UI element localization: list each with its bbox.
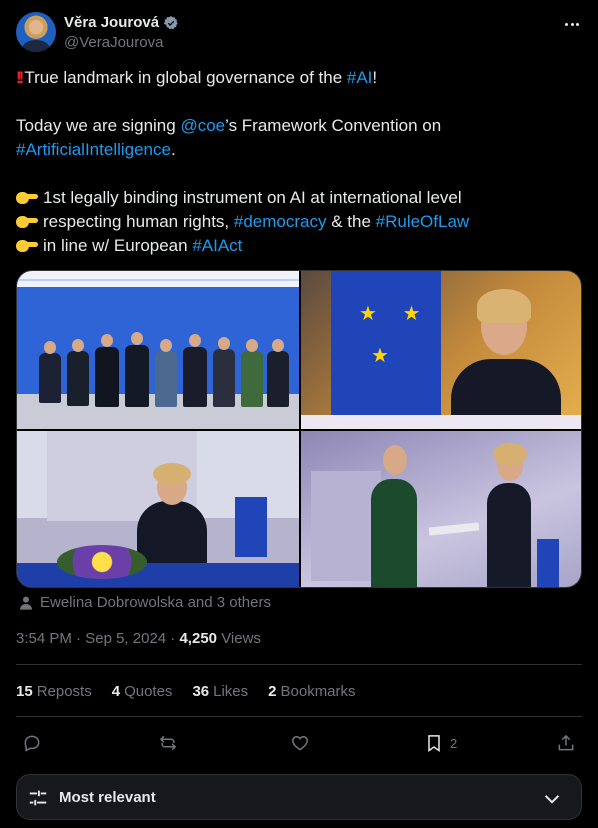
engagement-stats: 15 Reposts 4 Quotes 36 Likes 2 Bookmarks (16, 683, 356, 700)
views-label: Views (221, 630, 261, 647)
repost-button[interactable] (158, 730, 178, 756)
photo-speech[interactable]: ★ ★ ★ (301, 271, 581, 429)
tweet-text-segment: True landmark in global governance of th… (24, 68, 347, 87)
divider (16, 716, 582, 717)
tweet-text-segment: respecting human rights, (43, 212, 234, 231)
reply-button[interactable] (22, 730, 42, 756)
photo-handshake[interactable] (301, 431, 581, 587)
bookmark-button[interactable]: 2 (424, 730, 457, 756)
tweet-line-2: Today we are signing @coe’s Framework Co… (16, 114, 582, 138)
share-icon (558, 734, 574, 751)
divider (16, 664, 582, 665)
tagged-people-label: Ewelina Dobrowolska and 3 others (40, 594, 271, 611)
hashtag-link[interactable]: #AI (347, 68, 373, 87)
tweet-meta: 3:54 PM · Sep 5, 2024 · 4,250 Views (16, 630, 261, 647)
reply-sort-dropdown[interactable]: Most relevant (16, 774, 582, 820)
tweet-header: Věra Jourová @VeraJourova (16, 12, 582, 56)
author-name[interactable]: Věra Jourová (64, 14, 159, 31)
photo-signing-desk[interactable] (17, 431, 299, 587)
tagged-people[interactable]: Ewelina Dobrowolska and 3 others (18, 594, 271, 611)
person-icon (20, 596, 32, 610)
pointing-hand-icon (16, 213, 38, 229)
likes-stat[interactable]: 36 Likes (192, 683, 248, 700)
tweet-text-segment: 1st legally binding instrument on AI at … (43, 188, 462, 207)
pointing-hand-icon (16, 189, 38, 205)
bookmark-icon (428, 735, 440, 752)
tweet-text-segment: ! (372, 68, 378, 87)
bookmarks-stat[interactable]: 2 Bookmarks (268, 683, 355, 700)
author-handle[interactable]: @VeraJourova (64, 34, 163, 51)
action-bar: 2 (16, 730, 582, 756)
tweet-line-3: #ArtificialIntelligence. (16, 138, 582, 162)
double-exclamation-icon: !! (16, 68, 25, 87)
mention-link[interactable]: @coe (180, 116, 225, 135)
tweet-text: !! True landmark in global governance of … (16, 66, 582, 258)
reply-icon (24, 735, 40, 752)
reposts-stat[interactable]: 15 Reposts (16, 683, 92, 700)
author-avatar[interactable] (16, 12, 56, 52)
hashtag-link[interactable]: #democracy (234, 212, 327, 231)
tweet-text-segment: ’s Framework Convention on (225, 116, 442, 135)
photo-group-signing[interactable] (17, 271, 299, 429)
sort-label: Most relevant (59, 789, 156, 806)
heart-icon (292, 735, 308, 751)
pointing-hand-icon (16, 237, 38, 253)
hashtag-link[interactable]: #AIAct (192, 236, 242, 255)
like-button[interactable] (290, 730, 310, 756)
tweet-text-segment: in line w/ European (43, 236, 193, 255)
hashtag-link[interactable]: #ArtificialIntelligence (16, 140, 171, 159)
more-options-icon[interactable] (562, 14, 582, 34)
chevron-down-icon (544, 795, 560, 804)
tweet-bullet-1: 1st legally binding instrument on AI at … (16, 186, 582, 210)
hashtag-link[interactable]: #RuleOfLaw (376, 212, 470, 231)
author-name-row: Věra Jourová (64, 14, 179, 31)
verified-badge-icon (163, 15, 178, 29)
tweet-bullet-3: in line w/ European #AIAct (16, 234, 582, 258)
repost-icon (159, 735, 177, 751)
bookmark-count: 2 (450, 735, 458, 751)
share-button[interactable] (556, 730, 576, 756)
tweet-text-segment: . (170, 140, 176, 159)
tweet-text-segment: Today we are signing (16, 116, 181, 135)
tweet-time[interactable]: 3:54 PM (16, 630, 72, 647)
tweet-text-segment: & the (326, 212, 376, 231)
sliders-icon (29, 790, 47, 806)
tweet-line-1: !! True landmark in global governance of … (16, 66, 582, 90)
tweet-date[interactable]: Sep 5, 2024 (85, 630, 166, 647)
quotes-stat[interactable]: 4 Quotes (112, 683, 173, 700)
media-grid: ★ ★ ★ (16, 270, 582, 588)
tweet-bullet-2: respecting human rights, #democracy & th… (16, 210, 582, 234)
views-count: 4,250 (179, 630, 218, 647)
